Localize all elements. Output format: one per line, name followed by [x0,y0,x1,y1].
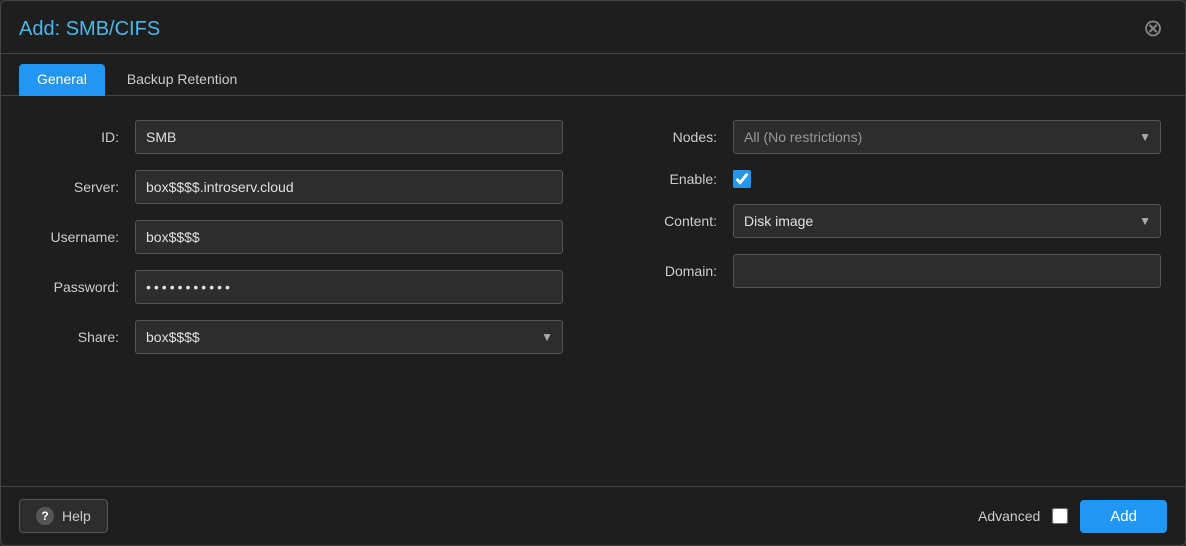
dialog-title: Add: SMB/CIFS [19,18,160,41]
add-smb-cifs-dialog: Add: SMB/CIFS ⊗ General Backup Retention… [0,0,1186,546]
enable-checkbox-wrapper [733,170,751,188]
password-input[interactable] [135,270,563,304]
content-select[interactable]: Disk image Backup ISO Image Container Te… [733,204,1161,238]
nodes-label: Nodes: [623,129,733,145]
form-left-col: ID: Server: Username: Password: Share: [25,120,563,470]
tab-general[interactable]: General [19,64,105,96]
server-label: Server: [25,179,135,195]
form-row-id: ID: [25,120,563,154]
close-icon: ⊗ [1143,17,1163,41]
domain-label: Domain: [623,263,733,279]
advanced-label: Advanced [978,508,1040,524]
nodes-select-wrapper: All (No restrictions) ▼ [733,120,1161,154]
nodes-select[interactable]: All (No restrictions) [733,120,1161,154]
username-label: Username: [25,229,135,245]
tabs-bar: General Backup Retention [1,54,1185,96]
footer-right: Advanced Add [978,500,1167,533]
share-label: Share: [25,329,135,345]
advanced-checkbox[interactable] [1052,508,1068,524]
username-input[interactable] [135,220,563,254]
form-row-password: Password: [25,270,563,304]
help-icon: ? [36,507,54,525]
tab-backup-retention[interactable]: Backup Retention [109,64,256,96]
add-button[interactable]: Add [1080,500,1167,533]
form-row-content: Content: Disk image Backup ISO Image Con… [623,204,1161,238]
content-label: Content: [623,213,733,229]
help-label: Help [62,508,91,524]
form-row-nodes: Nodes: All (No restrictions) ▼ [623,120,1161,154]
enable-label: Enable: [623,171,733,187]
form-grid: ID: Server: Username: Password: Share: [25,120,1161,470]
dialog-body: ID: Server: Username: Password: Share: [1,96,1185,486]
enable-checkbox[interactable] [733,170,751,188]
help-button[interactable]: ? Help [19,499,108,533]
share-select[interactable]: box$$$$ [135,320,563,354]
dialog-header: Add: SMB/CIFS ⊗ [1,1,1185,54]
form-row-server: Server: [25,170,563,204]
id-input[interactable] [135,120,563,154]
content-select-wrapper: Disk image Backup ISO Image Container Te… [733,204,1161,238]
share-select-wrapper: box$$$$ ▼ [135,320,563,354]
form-right-col: Nodes: All (No restrictions) ▼ Enable: [623,120,1161,470]
form-row-domain: Domain: [623,254,1161,288]
dialog-footer: ? Help Advanced Add [1,486,1185,545]
form-row-enable: Enable: [623,170,1161,188]
form-row-username: Username: [25,220,563,254]
password-label: Password: [25,279,135,295]
id-label: ID: [25,129,135,145]
server-input[interactable] [135,170,563,204]
form-row-share: Share: box$$$$ ▼ [25,320,563,354]
close-button[interactable]: ⊗ [1139,15,1167,43]
domain-input[interactable] [733,254,1161,288]
